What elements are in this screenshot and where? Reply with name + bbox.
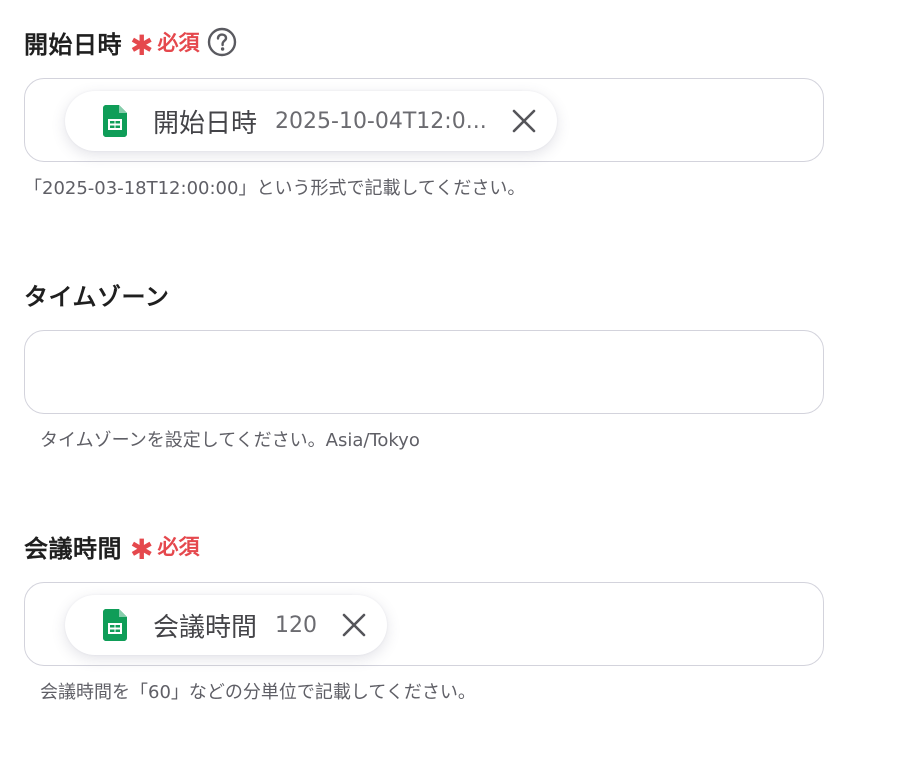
start-datetime-input[interactable]: 開始日時 2025-10-04T12:0...	[24, 78, 824, 162]
variable-chip[interactable]: 会議時間 120	[65, 595, 388, 655]
chip-value: 2025-10-04T12:0...	[275, 108, 487, 134]
start-datetime-field: 開始日時 ✱ 必須 開始日時 2025-10-04T12:0... 「2025-…	[24, 24, 824, 200]
required-asterisk-icon: ✱	[130, 29, 154, 62]
meeting-duration-field: 会議時間 ✱ 必須 会議時間 120 会議時間を「60」などの分単位で記載してく…	[24, 528, 824, 704]
meeting-duration-label-row: 会議時間 ✱ 必須	[24, 528, 824, 564]
start-datetime-label-row: 開始日時 ✱ 必須	[24, 24, 824, 60]
google-sheets-icon	[103, 105, 127, 137]
timezone-label-row: タイムゾーン	[24, 276, 824, 312]
field-hint: タイムゾーンを設定してください。Asia/Tokyo	[40, 430, 420, 451]
timezone-input[interactable]	[24, 330, 824, 414]
question-circle-icon[interactable]	[207, 27, 237, 57]
required-badge: 必須	[157, 535, 200, 559]
field-label: 会議時間	[24, 534, 122, 563]
required-badge: 必須	[157, 31, 200, 55]
chip-name: 開始日時	[153, 108, 258, 139]
chip-name: 会議時間	[153, 612, 258, 643]
field-label: タイムゾーン	[24, 282, 170, 311]
close-icon[interactable]	[507, 104, 541, 138]
timezone-field: タイムゾーン タイムゾーンを設定してください。Asia/Tokyo	[24, 276, 824, 452]
field-hint: 会議時間を「60」などの分単位で記載してください。	[40, 682, 476, 703]
close-icon[interactable]	[337, 608, 371, 642]
field-label: 開始日時	[24, 30, 122, 59]
chip-value: 120	[275, 612, 318, 638]
google-sheets-icon	[103, 609, 127, 641]
field-hint: 「2025-03-18T12:00:00」という形式で記載してください。	[24, 178, 526, 199]
required-asterisk-icon: ✱	[130, 533, 154, 566]
variable-chip[interactable]: 開始日時 2025-10-04T12:0...	[65, 91, 557, 151]
meeting-duration-input[interactable]: 会議時間 120	[24, 582, 824, 666]
